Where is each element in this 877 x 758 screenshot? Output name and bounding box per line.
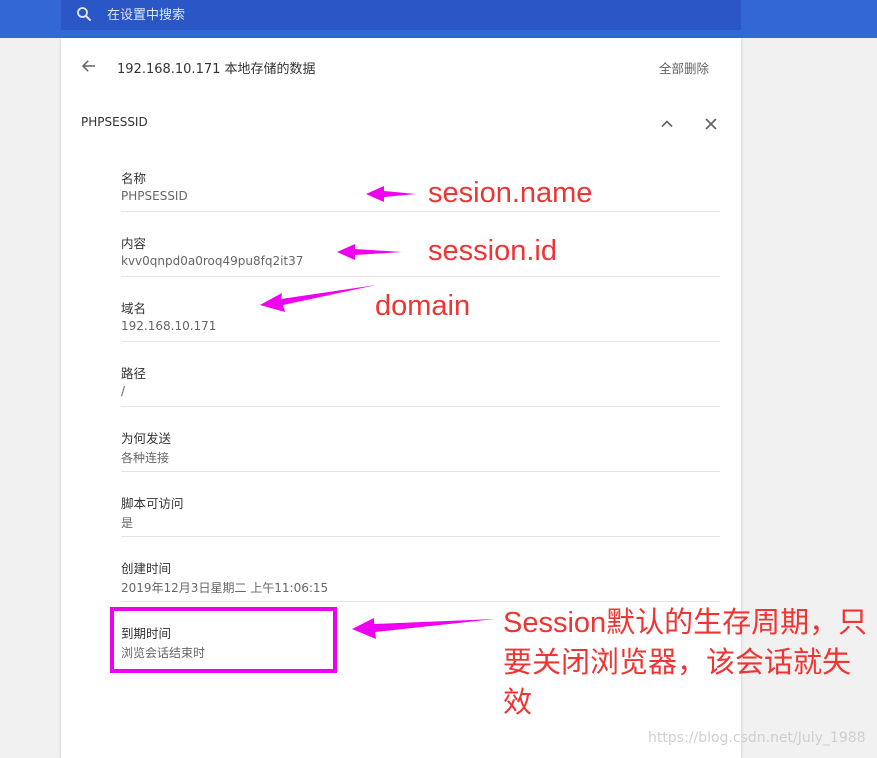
field-label: 域名 — [121, 301, 147, 316]
field-value: 192.168.10.171 — [121, 319, 217, 333]
back-arrow-icon[interactable] — [80, 57, 98, 75]
top-bar: 在设置中搜索 — [0, 0, 877, 38]
field-label: 名称 — [121, 171, 147, 186]
field-created: 创建时间 2019年12月3日星期二 上午11:06:15 — [121, 536, 720, 602]
field-value: 是 — [121, 516, 134, 530]
field-label: 创建时间 — [121, 561, 172, 576]
field-label: 内容 — [121, 236, 147, 251]
settings-search-box[interactable]: 在设置中搜索 — [61, 0, 741, 30]
close-icon[interactable] — [701, 114, 721, 134]
search-input[interactable]: 在设置中搜索 — [107, 4, 185, 23]
field-value: 各种连接 — [121, 451, 170, 465]
search-icon — [77, 7, 91, 21]
expiry-highlight-box — [110, 607, 337, 673]
page-title: 192.168.10.171 本地存储的数据 — [117, 62, 316, 77]
delete-all-button[interactable]: 全部删除 — [659, 58, 709, 77]
field-value: kvv0qnpd0a0roq49pu8fq2it37 — [121, 254, 304, 268]
cookie-name-header: PHPSESSID — [81, 115, 148, 129]
field-value: PHPSESSID — [121, 189, 188, 203]
field-content: 内容 kvv0qnpd0a0roq49pu8fq2it37 — [121, 211, 720, 277]
annotation-domain: domain — [375, 290, 471, 322]
field-label: 路径 — [121, 366, 147, 381]
field-label: 脚本可访问 — [121, 496, 184, 511]
annotation-session-id: session.id — [428, 235, 557, 267]
field-path: 路径 / — [121, 341, 720, 407]
field-value: 2019年12月3日星期二 上午11:06:15 — [121, 581, 329, 595]
field-value: / — [121, 384, 126, 398]
field-script-accessible: 脚本可访问 是 — [121, 471, 720, 537]
annotation-expiry-note: Session默认的生存周期，只要关闭浏览器，该会话就失效 — [503, 607, 868, 719]
annotation-session-name: sesion.name — [428, 177, 593, 209]
chevron-up-icon[interactable] — [657, 114, 677, 134]
field-send-for: 为何发送 各种连接 — [121, 406, 720, 472]
watermark: https://blog.csdn.net/July_1988 — [648, 730, 866, 746]
field-label: 为何发送 — [121, 431, 172, 446]
field-name: 名称 PHPSESSID — [121, 146, 720, 212]
